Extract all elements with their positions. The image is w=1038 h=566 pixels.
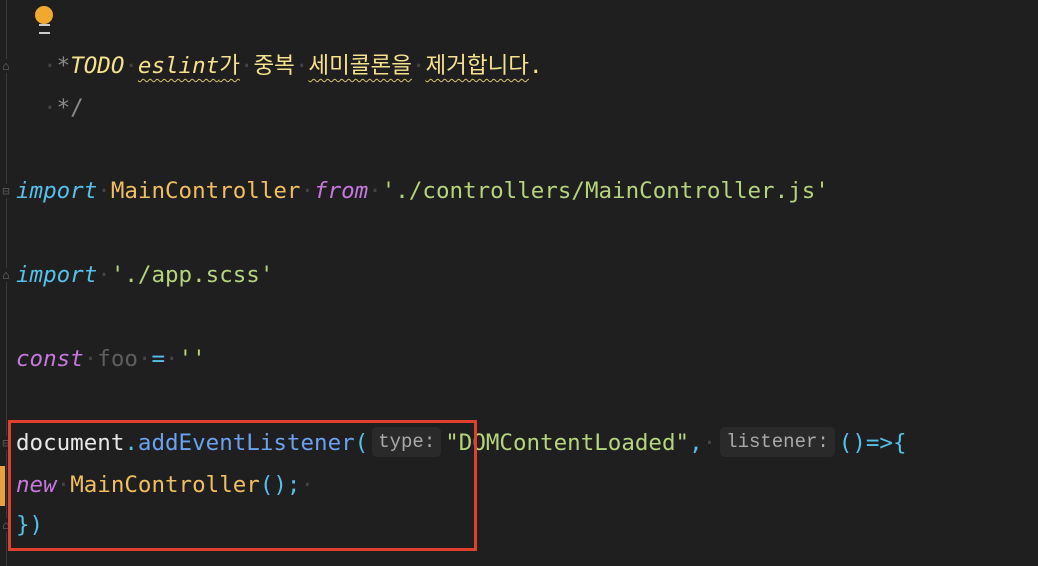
identifier-main-controller: MainController	[110, 178, 301, 204]
code-line-comment-end[interactable]: ·*/	[16, 45, 84, 121]
import-path-string: './controllers/MainController.js'	[381, 178, 829, 204]
from-keyword: from	[314, 178, 369, 204]
code-line-import-scss[interactable]: import·'./app.scss'	[16, 254, 273, 296]
eslint-word: eslint가	[137, 53, 240, 79]
highlight-annotation-box	[8, 420, 477, 551]
indent-guide	[6, 0, 7, 566]
scss-path-string: './app.scss'	[110, 262, 274, 288]
assign-operator: =	[151, 346, 166, 372]
fold-end-icon[interactable]: ⌂	[0, 268, 12, 282]
const-keyword: const	[16, 346, 84, 372]
variable-foo: foo	[97, 346, 138, 372]
fold-start-icon[interactable]: ⊟	[0, 184, 12, 198]
code-line-import-main[interactable]: import·MainController·from·'./controller…	[16, 170, 829, 212]
code-line-const-foo[interactable]: const·foo·=·''	[16, 338, 206, 380]
lightbulb-base-icon	[39, 24, 50, 34]
word-duplicate: 중복	[253, 53, 295, 79]
word-remove: 제거합니다	[425, 53, 529, 79]
lightbulb-icon[interactable]	[35, 6, 53, 24]
modified-line-indicator	[0, 466, 5, 506]
fold-end-icon[interactable]: ⌂	[0, 59, 12, 73]
import-keyword: import	[16, 178, 98, 204]
word-semicolon: 세미콜론을	[308, 53, 412, 79]
event-name-string: "DOMContentLoaded"	[445, 430, 690, 456]
arrow-function: ()=>{	[838, 430, 907, 456]
code-line-todo-comment[interactable]: ·*TODO·eslint가·중복·세미콜론을·제거합니다.	[16, 3, 542, 79]
period: .	[528, 53, 543, 79]
empty-string: ''	[178, 346, 206, 372]
import-keyword: import	[16, 262, 98, 288]
inlay-hint-listener: listener:	[720, 426, 835, 457]
comment-end: */	[56, 95, 84, 121]
